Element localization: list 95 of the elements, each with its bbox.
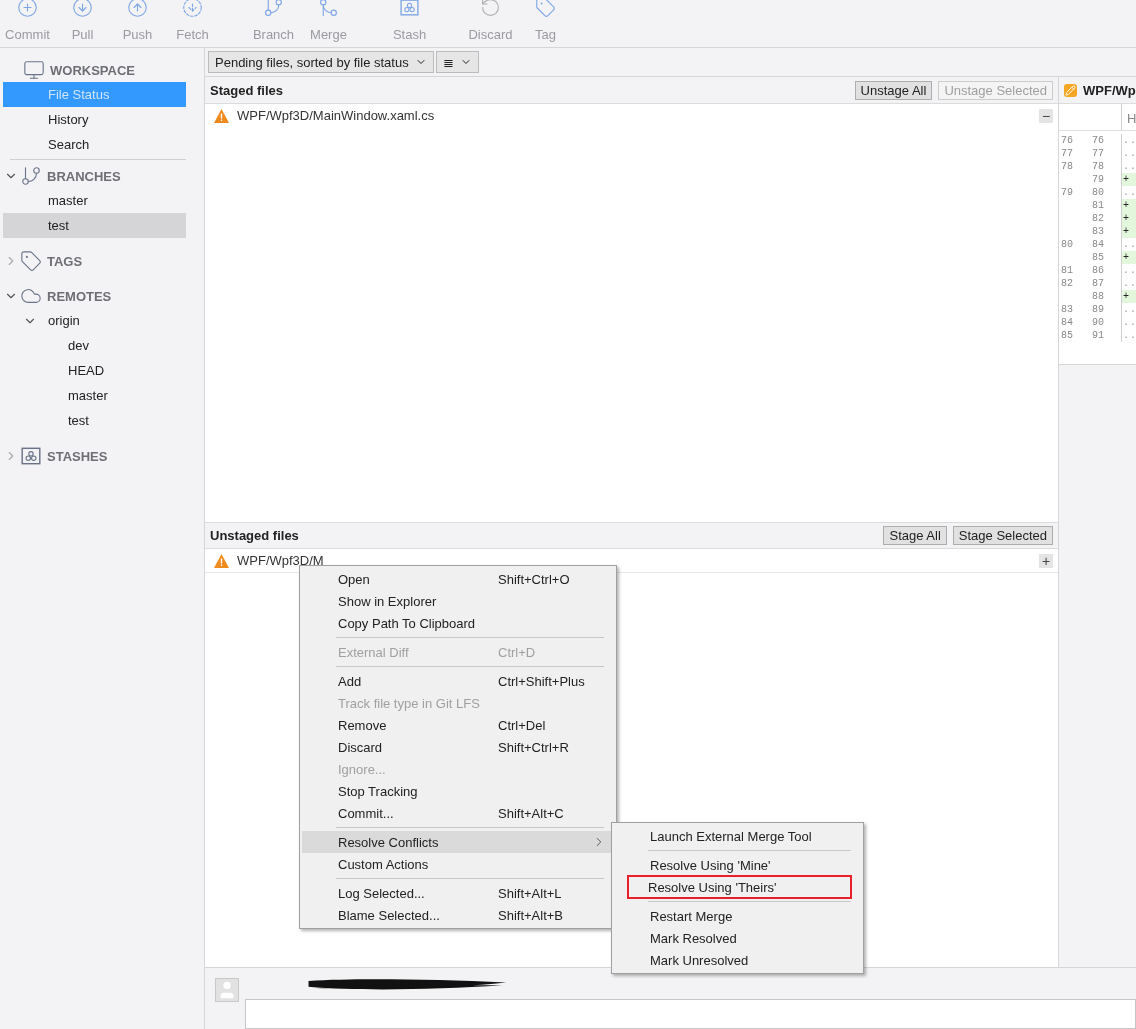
menu-item[interactable]: Launch External Merge Tool bbox=[614, 825, 861, 847]
line-number: 79 bbox=[1060, 186, 1074, 199]
pane-button[interactable]: Stage Selected bbox=[952, 526, 1053, 545]
line-number: 77 bbox=[1091, 147, 1105, 160]
menu-item[interactable]: Discard Shift+Ctrl+R bbox=[302, 736, 614, 758]
diff-line: .. bbox=[1121, 134, 1136, 147]
menu-item[interactable]: Custom Actions bbox=[302, 853, 614, 875]
menu-item[interactable]: Restart Merge bbox=[614, 905, 861, 927]
pane-title: Staged files bbox=[210, 82, 284, 98]
menu-item[interactable]: Mark Unresolved bbox=[614, 949, 861, 971]
line-number: 85 bbox=[1060, 329, 1074, 342]
line-number: 91 bbox=[1091, 329, 1105, 342]
section-title[interactable]: WORKSPACE bbox=[50, 62, 135, 78]
avatar-icon bbox=[215, 978, 239, 1002]
menu-item[interactable]: Blame Selected... Shift+Alt+B bbox=[302, 904, 614, 926]
line-number: 81 bbox=[1091, 199, 1105, 212]
sort-dropdown[interactable]: Pending files, sorted by file status bbox=[208, 51, 434, 73]
monitor-icon bbox=[23, 59, 45, 81]
pencil-icon bbox=[1064, 83, 1077, 97]
diff-line: .. bbox=[1121, 303, 1136, 316]
line-number: 79 bbox=[1091, 173, 1105, 186]
line-number: 89 bbox=[1091, 303, 1105, 316]
menu-item[interactable]: Resolve Using 'Mine' bbox=[614, 854, 861, 876]
arrow-down-icon bbox=[72, 0, 93, 18]
diff-line: .. bbox=[1121, 264, 1136, 277]
stash-icon bbox=[20, 445, 42, 467]
pane-button[interactable]: Stage All bbox=[883, 526, 947, 545]
pane-title: Unstaged files bbox=[210, 528, 300, 543]
line-number: 83 bbox=[1091, 225, 1105, 238]
row-action-button[interactable]: − bbox=[1039, 108, 1053, 123]
diff-line: .. bbox=[1121, 316, 1136, 329]
menu-item[interactable]: Commit... Shift+Alt+C bbox=[302, 802, 614, 824]
dashed-arrow-down-icon bbox=[182, 0, 203, 18]
sidebar-item[interactable]: dev bbox=[3, 333, 186, 358]
line-number: 78 bbox=[1091, 160, 1105, 173]
row-action-button[interactable]: + bbox=[1039, 553, 1053, 568]
sidebar-item[interactable]: master bbox=[3, 188, 186, 213]
menu-item[interactable]: Remove Ctrl+Del bbox=[302, 714, 614, 736]
line-number: 80 bbox=[1091, 186, 1105, 199]
diff-line: .. bbox=[1121, 147, 1136, 160]
branch-icon bbox=[263, 0, 284, 18]
line-number: 76 bbox=[1060, 134, 1074, 147]
menu-item[interactable]: Add Ctrl+Shift+Plus bbox=[302, 670, 614, 692]
section-title[interactable]: STASHES bbox=[47, 448, 108, 464]
line-number: 83 bbox=[1060, 303, 1074, 316]
line-number: 78 bbox=[1060, 160, 1074, 173]
menu-item[interactable]: Log Selected... Shift+Alt+L bbox=[302, 882, 614, 904]
sidebar-item[interactable]: History bbox=[3, 107, 186, 132]
file-row[interactable]: WPF/Wpf3D/MainWindow.xaml.cs − bbox=[205, 104, 1058, 128]
arrow-up-icon bbox=[127, 0, 148, 18]
branch-icon bbox=[20, 165, 42, 187]
section-title[interactable]: TAGS bbox=[47, 253, 83, 269]
line-number: 82 bbox=[1091, 212, 1105, 225]
menu-item[interactable]: Copy Path To Clipboard bbox=[302, 612, 614, 634]
merge-icon bbox=[318, 0, 339, 18]
line-number: 90 bbox=[1091, 316, 1105, 329]
line-number: 81 bbox=[1060, 264, 1074, 277]
sidebar-item[interactable]: master bbox=[3, 383, 186, 408]
highlighted-menu-item[interactable]: Resolve Using 'Theirs' bbox=[628, 876, 851, 898]
file-path: WPF/Wpf3D/MainWindow.xaml.cs bbox=[237, 108, 436, 123]
line-number: 88 bbox=[1091, 290, 1105, 303]
section-title[interactable]: REMOTES bbox=[47, 288, 112, 304]
line-number: 87 bbox=[1091, 277, 1105, 290]
line-number: 80 bbox=[1060, 238, 1074, 251]
warning-icon bbox=[214, 108, 229, 123]
diff-file-name: WPF/Wp bbox=[1083, 82, 1136, 98]
file-path: WPF/Wpf3D/M bbox=[237, 553, 325, 568]
line-number: 76 bbox=[1091, 134, 1105, 147]
diff-line: .. bbox=[1121, 329, 1136, 342]
column-header: H bbox=[1121, 104, 1136, 130]
line-number: 85 bbox=[1091, 251, 1105, 264]
submenu-item[interactable]: Resolve Conflicts bbox=[302, 831, 614, 853]
line-number: 84 bbox=[1091, 238, 1105, 251]
sidebar-item[interactable]: HEAD bbox=[3, 358, 186, 383]
commit-message-field[interactable] bbox=[245, 999, 1136, 1029]
tag-icon bbox=[535, 0, 556, 18]
warning-icon bbox=[214, 553, 229, 568]
pane-button[interactable]: Unstage All bbox=[854, 80, 933, 100]
sidebar-item[interactable]: test bbox=[3, 213, 186, 238]
line-number: 82 bbox=[1060, 277, 1074, 290]
line-number: 86 bbox=[1091, 264, 1105, 277]
menu-item[interactable]: Show in Explorer bbox=[302, 590, 614, 612]
menu-item[interactable]: Mark Resolved bbox=[614, 927, 861, 949]
view-dropdown[interactable]: ≣ bbox=[435, 51, 479, 73]
undo-icon bbox=[480, 0, 501, 18]
stash-icon bbox=[399, 0, 420, 18]
menu-item[interactable]: Stop Tracking bbox=[302, 780, 614, 802]
sidebar-item[interactable]: Search bbox=[3, 132, 186, 157]
sidebar-item[interactable]: test bbox=[3, 408, 186, 433]
line-number: 77 bbox=[1060, 147, 1074, 160]
sidebar-item[interactable]: origin bbox=[3, 308, 186, 333]
section-title[interactable]: BRANCHES bbox=[47, 168, 121, 184]
add-icon bbox=[17, 0, 38, 18]
tag-icon bbox=[20, 250, 42, 272]
line-number: 84 bbox=[1060, 316, 1074, 329]
